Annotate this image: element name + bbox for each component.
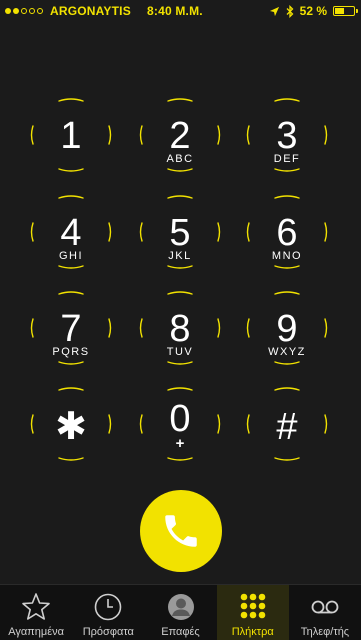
- keypad-icon: [240, 593, 266, 619]
- battery-icon: [333, 6, 358, 16]
- key-letters: MNO: [271, 250, 303, 262]
- key-digit: 3: [276, 115, 298, 157]
- key-5[interactable]: 5 JKL: [135, 187, 225, 277]
- phone-keypad-screen: ARGONAYTIS 8:40 M.M. 52 % 1 2 ABC 3 DEF 4 GHI 5…: [0, 0, 361, 640]
- phone-icon: [165, 515, 197, 547]
- tab-voicemail[interactable]: Τηλεφ/τής: [289, 585, 361, 640]
- key-star[interactable]: ✱: [26, 379, 116, 469]
- signal-dot: [37, 8, 43, 14]
- key-digit: 1: [60, 115, 82, 157]
- status-indicators: 52 %: [269, 3, 358, 19]
- key-letters: ABC: [166, 153, 194, 165]
- status-time: 8:40 M.M.: [147, 4, 203, 18]
- signal-dot: [5, 8, 11, 14]
- signal-dot: [13, 8, 19, 14]
- signal-dot: [29, 8, 35, 14]
- key-letters: TUV: [166, 346, 194, 358]
- key-digit: ✱: [55, 406, 87, 448]
- location-arrow-icon: [269, 6, 279, 16]
- tab-label: Πρόσφατα: [82, 626, 134, 638]
- contacts-icon: [167, 594, 194, 620]
- key-digit: 0: [169, 398, 191, 440]
- battery-level-fill: [335, 8, 344, 14]
- key-digit: 4: [60, 212, 82, 254]
- signal-dot: [21, 8, 27, 14]
- key-digit: 2: [169, 115, 191, 157]
- carrier-name: ARGONAYTIS: [50, 4, 131, 18]
- call-button[interactable]: [140, 490, 222, 572]
- tab-label: Αγαπημένα: [8, 626, 64, 638]
- key-letters: DEF: [273, 153, 301, 165]
- key-6[interactable]: 6 MNO: [242, 187, 332, 277]
- key-digit: 5: [169, 212, 191, 254]
- tab-contacts[interactable]: Επαφές: [144, 585, 216, 640]
- tab-favorites[interactable]: Αγαπημένα: [0, 585, 72, 640]
- key-letters: GHI: [58, 250, 84, 262]
- key-digit: #: [276, 406, 298, 448]
- tab-label: Πλήκτρα: [231, 626, 274, 638]
- tab-recents[interactable]: Πρόσφατα: [72, 585, 144, 640]
- status-bar: ARGONAYTIS 8:40 M.M. 52 %: [0, 0, 361, 22]
- voicemail-icon: [311, 600, 339, 614]
- key-digit: 6: [276, 212, 298, 254]
- key-1[interactable]: 1: [26, 90, 116, 180]
- key-9[interactable]: 9 WXYZ: [242, 283, 332, 373]
- key-2[interactable]: 2 ABC: [135, 90, 225, 180]
- signal-strength-icon: [5, 8, 43, 14]
- key-8[interactable]: 8 TUV: [135, 283, 225, 373]
- clock-icon: [94, 593, 122, 621]
- key-hash[interactable]: #: [242, 379, 332, 469]
- bluetooth-icon: [286, 4, 294, 18]
- key-letters: WXYZ: [268, 346, 306, 358]
- key-letters: +: [175, 435, 185, 452]
- key-digit: 8: [169, 308, 191, 350]
- key-7[interactable]: 7 PQRS: [26, 283, 116, 373]
- tab-label: Επαφές: [161, 626, 200, 638]
- key-digit: 7: [60, 308, 82, 350]
- key-4[interactable]: 4 GHI: [26, 187, 116, 277]
- tab-keypad[interactable]: Πλήκτρα: [216, 585, 289, 640]
- key-digit: 9: [276, 308, 298, 350]
- star-icon: [22, 593, 50, 620]
- key-3[interactable]: 3 DEF: [242, 90, 332, 180]
- tab-bar: Αγαπημένα Πρόσφατα Επαφές Πλήκτρα Τηλεφ/…: [0, 584, 361, 640]
- key-letters: PQRS: [52, 346, 90, 358]
- key-letters: JKL: [168, 250, 192, 262]
- key-0[interactable]: 0 +: [135, 379, 225, 469]
- battery-percentage: 52 %: [299, 4, 327, 18]
- tab-label: Τηλεφ/τής: [300, 626, 350, 638]
